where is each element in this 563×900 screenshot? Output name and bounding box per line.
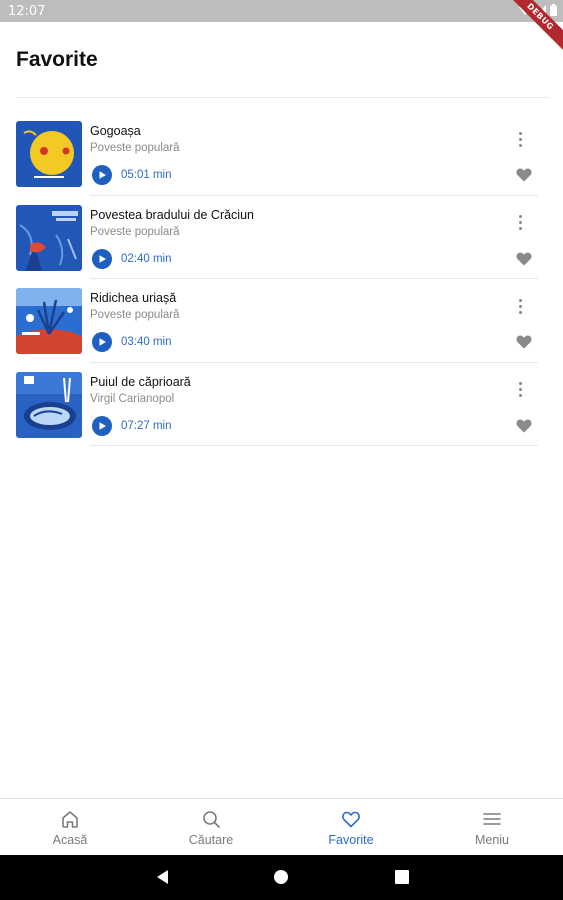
item-divider	[90, 278, 538, 279]
page-title: Favorite	[16, 48, 98, 71]
back-icon[interactable]	[155, 869, 171, 885]
menu-icon	[483, 813, 501, 825]
ridichea-cover-image[interactable]	[16, 288, 82, 354]
nav-label-search: Căutare	[188, 833, 234, 847]
play-button[interactable]	[92, 415, 112, 436]
story-author: Virgil Carianopol	[90, 392, 175, 405]
nav-label-menu: Meniu	[474, 833, 510, 847]
status-time: 12:07	[8, 4, 46, 19]
story-title: Ridichea uriașă	[90, 291, 177, 305]
play-button[interactable]	[92, 248, 112, 269]
story-title: Puiul de căprioară	[90, 374, 191, 389]
nav-label-favorites: Favorite	[328, 833, 374, 847]
list-item[interactable]: Gogoașa Poveste populară 05:01 min	[0, 118, 563, 202]
play-button[interactable]	[92, 332, 112, 352]
battery-icon	[550, 4, 557, 16]
story-title: Povestea bradului de Crăciun	[90, 207, 254, 222]
system-navigation-bar	[0, 855, 563, 900]
play-icon	[99, 421, 106, 430]
story-title: Gogoașa	[90, 124, 141, 138]
nav-item-search[interactable]: Căutare	[141, 799, 281, 856]
puiul-cover-image[interactable]	[16, 371, 82, 438]
more-options-button[interactable]	[510, 128, 530, 150]
list-item[interactable]: Ridichea uriașă Poveste populară 03:40 m…	[0, 285, 563, 369]
header-divider	[16, 97, 549, 98]
list-item[interactable]: Povestea bradului de Crăciun Poveste pop…	[0, 202, 563, 286]
item-divider	[90, 194, 538, 196]
heart-icon	[342, 811, 360, 828]
nav-label-home: Acasă	[52, 833, 88, 847]
nav-item-home[interactable]: Acasă	[0, 799, 140, 856]
recents-icon[interactable]	[394, 869, 410, 885]
play-icon	[99, 338, 106, 346]
story-author: Poveste populară	[90, 142, 180, 154]
home-button-icon[interactable]	[273, 869, 289, 885]
bradului-cover-image[interactable]	[16, 204, 82, 271]
home-icon	[62, 811, 78, 828]
app-bar: Favorite	[0, 22, 563, 98]
story-duration: 02:40 min	[121, 252, 172, 265]
heart-icon[interactable]	[516, 419, 532, 433]
story-duration: 03:40 min	[121, 336, 172, 348]
play-icon	[99, 171, 106, 179]
list-item[interactable]: Puiul de căprioară Virgil Carianopol 07:…	[0, 369, 563, 453]
heart-icon[interactable]	[516, 168, 532, 182]
play-button[interactable]	[92, 165, 112, 185]
status-bar: 12:07	[0, 0, 563, 22]
nav-item-menu[interactable]: Meniu	[422, 799, 562, 856]
more-options-button[interactable]	[510, 212, 530, 234]
more-options-button[interactable]	[510, 379, 530, 401]
item-divider	[90, 361, 538, 363]
favorites-list: Gogoașa Poveste populară 05:01 min Poves…	[0, 118, 563, 452]
story-author: Poveste populară	[90, 225, 180, 238]
more-options-button[interactable]	[510, 295, 530, 317]
search-icon	[203, 811, 220, 828]
bottom-navigation: Acasă Căutare Favorite Meniu	[0, 798, 563, 855]
story-duration: 07:27 min	[121, 419, 172, 432]
nav-item-favorites[interactable]: Favorite	[281, 799, 421, 856]
story-duration: 05:01 min	[121, 169, 172, 181]
heart-icon[interactable]	[516, 252, 532, 266]
heart-icon[interactable]	[516, 335, 532, 349]
gogoasa-cover-image[interactable]	[16, 121, 82, 187]
play-icon	[99, 254, 106, 263]
item-divider	[90, 445, 538, 446]
story-author: Poveste populară	[90, 309, 180, 321]
